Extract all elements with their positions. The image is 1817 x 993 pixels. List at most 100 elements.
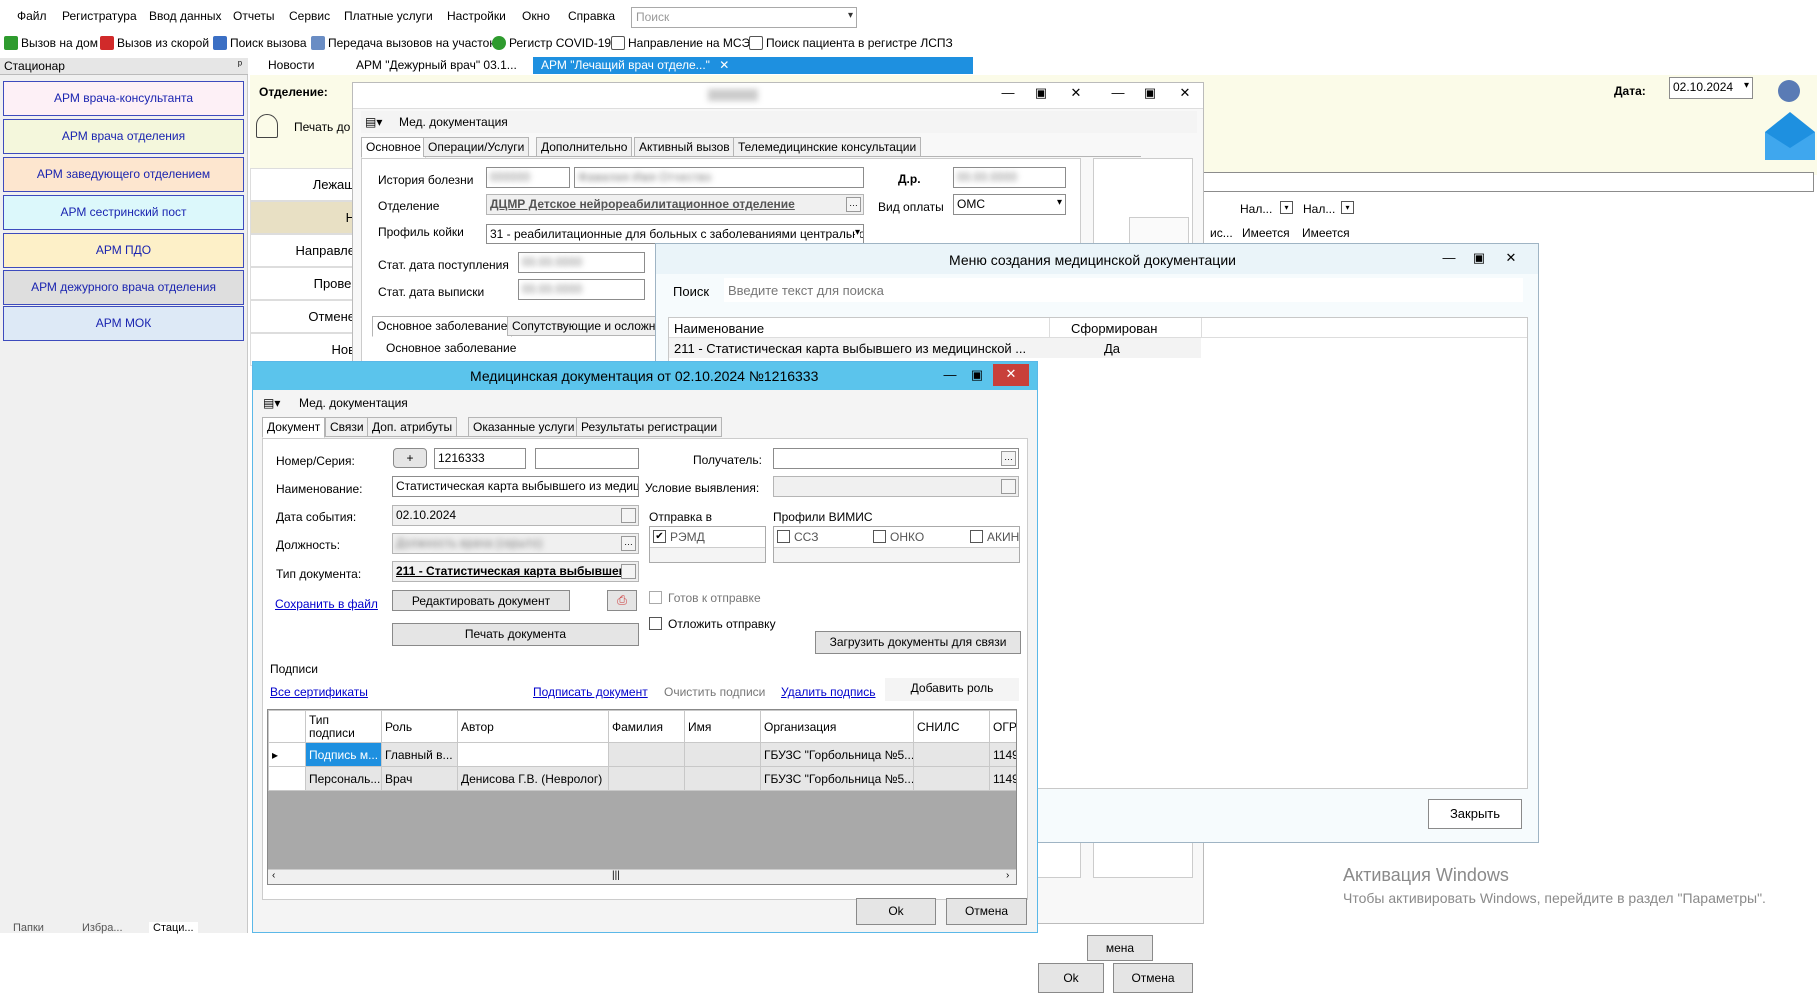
- history-cancel-button-partial[interactable]: мена: [1087, 935, 1153, 961]
- tab-attending-doctor[interactable]: АРМ "Лечащий врач отделе..." ✕: [533, 57, 973, 74]
- history-cancel-button[interactable]: Отмена: [1113, 963, 1193, 993]
- scroll-left-icon[interactable]: ‹: [272, 870, 275, 881]
- delete-signature-link[interactable]: Удалить подпись: [781, 685, 876, 699]
- tab-main-diagnosis[interactable]: Основное заболевание: [372, 316, 513, 337]
- ok-button[interactable]: Ok: [856, 898, 936, 925]
- scroll-right-icon[interactable]: ›: [1006, 870, 1009, 881]
- history-dept-field[interactable]: ДЦМР Детское нейрореабилитационное отдел…: [486, 194, 864, 215]
- save-to-file-link[interactable]: Сохранить в файл: [275, 597, 378, 611]
- ambulance-call-button[interactable]: Вызов из скорой: [100, 36, 209, 50]
- tab-operations[interactable]: Операции/Услуги: [423, 137, 530, 157]
- load-documents-button[interactable]: Загрузить документы для связи: [815, 631, 1021, 654]
- doc-menu-search-input[interactable]: Введите текст для поиска: [724, 278, 1523, 302]
- calendar-icon[interactable]: [621, 508, 636, 523]
- recipient-field[interactable]: …: [773, 448, 1019, 469]
- history-ok-button[interactable]: Ok: [1038, 963, 1104, 993]
- menu-file[interactable]: Файл: [17, 9, 47, 23]
- close-icon[interactable]: ✕: [993, 364, 1029, 386]
- doc-number-field[interactable]: 1216333: [434, 448, 526, 469]
- tab-duty-doctor[interactable]: АРМ "Дежурный врач" 03.1...: [348, 57, 525, 74]
- print-doc-button[interactable]: Печать до: [256, 110, 356, 146]
- add-role-button[interactable]: Добавить роль: [885, 678, 1019, 701]
- tab-comorbid[interactable]: Сопутствующие и осложне: [507, 316, 668, 336]
- tab-additional[interactable]: Дополнительно: [536, 137, 633, 157]
- tab-main[interactable]: Основное: [361, 137, 426, 158]
- history-number-field[interactable]: 000000: [486, 167, 570, 188]
- column-header[interactable]: СНИЛС: [913, 710, 990, 743]
- horizontal-scrollbar[interactable]: [650, 547, 765, 562]
- side-nav-item[interactable]: Прове,: [250, 267, 360, 300]
- menu-window[interactable]: Окно: [522, 9, 550, 23]
- maximize-icon[interactable]: ▣: [1137, 83, 1163, 103]
- admit-date-field[interactable]: 00.00.0000: [518, 252, 645, 273]
- menu-paid-services[interactable]: Платные услуги: [344, 9, 433, 23]
- arm-pdo[interactable]: АРМ ПДО: [3, 233, 244, 268]
- column-header[interactable]: Организация: [760, 710, 914, 743]
- tab-document[interactable]: Документ: [262, 417, 326, 438]
- chevron-down-icon[interactable]: ▾: [1057, 197, 1062, 208]
- arm-dept-head[interactable]: АРМ заведующего отделением: [3, 157, 244, 192]
- transfer-calls-button[interactable]: Передача вызовов на участок: [311, 36, 495, 50]
- lspz-search-button[interactable]: Поиск пациента в регистре ЛСПЗ: [749, 36, 953, 50]
- event-date-field[interactable]: 02.10.2024: [392, 505, 639, 526]
- side-nav-item[interactable]: Лежащ: [250, 168, 360, 201]
- doc-menu-icon[interactable]: ▤▾: [365, 115, 382, 129]
- global-search-input[interactable]: Поиск ▾: [631, 7, 857, 28]
- column-header[interactable]: Тип подписи: [305, 710, 382, 743]
- maximize-icon[interactable]: ▣: [1028, 83, 1054, 103]
- doc-name-field[interactable]: Статистическая карта выбывшего из медици…: [392, 476, 639, 497]
- horizontal-scrollbar[interactable]: ‹ ||| ›: [268, 869, 1016, 884]
- arm-duty-doctor[interactable]: АРМ дежурного врача отделения: [3, 270, 244, 305]
- arm-consultant[interactable]: АРМ врача-консультанта: [3, 81, 244, 116]
- ellipsis-icon[interactable]: …: [846, 197, 861, 212]
- doc-series-field[interactable]: [535, 448, 639, 469]
- house-call-button[interactable]: Вызов на дом: [4, 36, 98, 50]
- akine-checkbox[interactable]: [970, 530, 983, 543]
- doc-type-field[interactable]: 211 - Статистическая карта выбывшего: [392, 561, 639, 582]
- tab-registration-results[interactable]: Результаты регистрации: [576, 417, 723, 437]
- close-icon[interactable]: ✕: [719, 58, 729, 72]
- menu-settings[interactable]: Настройки: [447, 9, 506, 23]
- close-icon[interactable]: ✕: [1172, 83, 1198, 103]
- arm-dept-doctor[interactable]: АРМ врача отделения: [3, 119, 244, 154]
- tab-telemedicine[interactable]: Телемедицинские консультации: [733, 137, 922, 157]
- all-certificates-link[interactable]: Все сертификаты: [270, 685, 368, 699]
- tab-active-call[interactable]: Активный вызов: [634, 137, 735, 157]
- minimize-icon[interactable]: —: [995, 83, 1021, 103]
- covid-register-button[interactable]: Регистр COVID-19: [492, 36, 611, 50]
- cancel-button[interactable]: Отмена: [946, 898, 1027, 925]
- clear-signatures-link[interactable]: Очистить подписи: [664, 685, 765, 699]
- menu-help[interactable]: Справка: [568, 9, 615, 23]
- ssz-checkbox[interactable]: [777, 530, 790, 543]
- onko-checkbox[interactable]: [873, 530, 886, 543]
- ellipsis-icon[interactable]: [621, 564, 636, 579]
- close-icon[interactable]: ✕: [1498, 248, 1524, 268]
- column-header[interactable]: ОГРН: [989, 710, 1016, 743]
- column-header[interactable]: Автор: [457, 710, 609, 743]
- ellipsis-icon[interactable]: …: [621, 536, 636, 551]
- remd-checkbox[interactable]: ✔: [653, 530, 666, 543]
- discharge-date-field[interactable]: 00.00.0000: [518, 279, 645, 300]
- chevron-down-icon[interactable]: ▾: [1744, 80, 1749, 91]
- minimize-icon[interactable]: —: [937, 365, 963, 385]
- tab-links[interactable]: Связи: [325, 417, 369, 437]
- ready-to-send-checkbox[interactable]: [649, 591, 662, 604]
- postpone-send-checkbox[interactable]: [649, 617, 662, 630]
- doc-menu-close-button[interactable]: Закрыть: [1428, 799, 1522, 829]
- arm-nurse-post[interactable]: АРМ сестринский пост: [3, 195, 244, 230]
- close-icon[interactable]: ✕: [1063, 83, 1089, 103]
- column-header[interactable]: Имя: [684, 710, 761, 743]
- maximize-icon[interactable]: ▣: [964, 365, 990, 385]
- tab-folders[interactable]: Папки: [13, 922, 44, 934]
- arm-mok[interactable]: АРМ МОК: [3, 306, 244, 341]
- bed-profile-select[interactable]: 31 - реабилитационные для больных с забо…: [486, 224, 864, 244]
- side-nav-item[interactable]: Направле: [250, 234, 360, 267]
- main-date-field[interactable]: 02.10.2024 ▾: [1669, 77, 1753, 99]
- menu-data-entry[interactable]: Ввод данных: [149, 9, 222, 23]
- patient-name-field[interactable]: Фамилия Имя Отчество: [574, 167, 864, 188]
- menu-reports[interactable]: Отчеты: [233, 9, 274, 23]
- side-nav-item[interactable]: Отмене: [250, 300, 360, 333]
- ellipsis-icon[interactable]: …: [1001, 451, 1016, 466]
- tab-hospital[interactable]: Стаци...: [149, 922, 198, 934]
- tab-extra-attrs[interactable]: Доп. атрибуты: [367, 417, 458, 437]
